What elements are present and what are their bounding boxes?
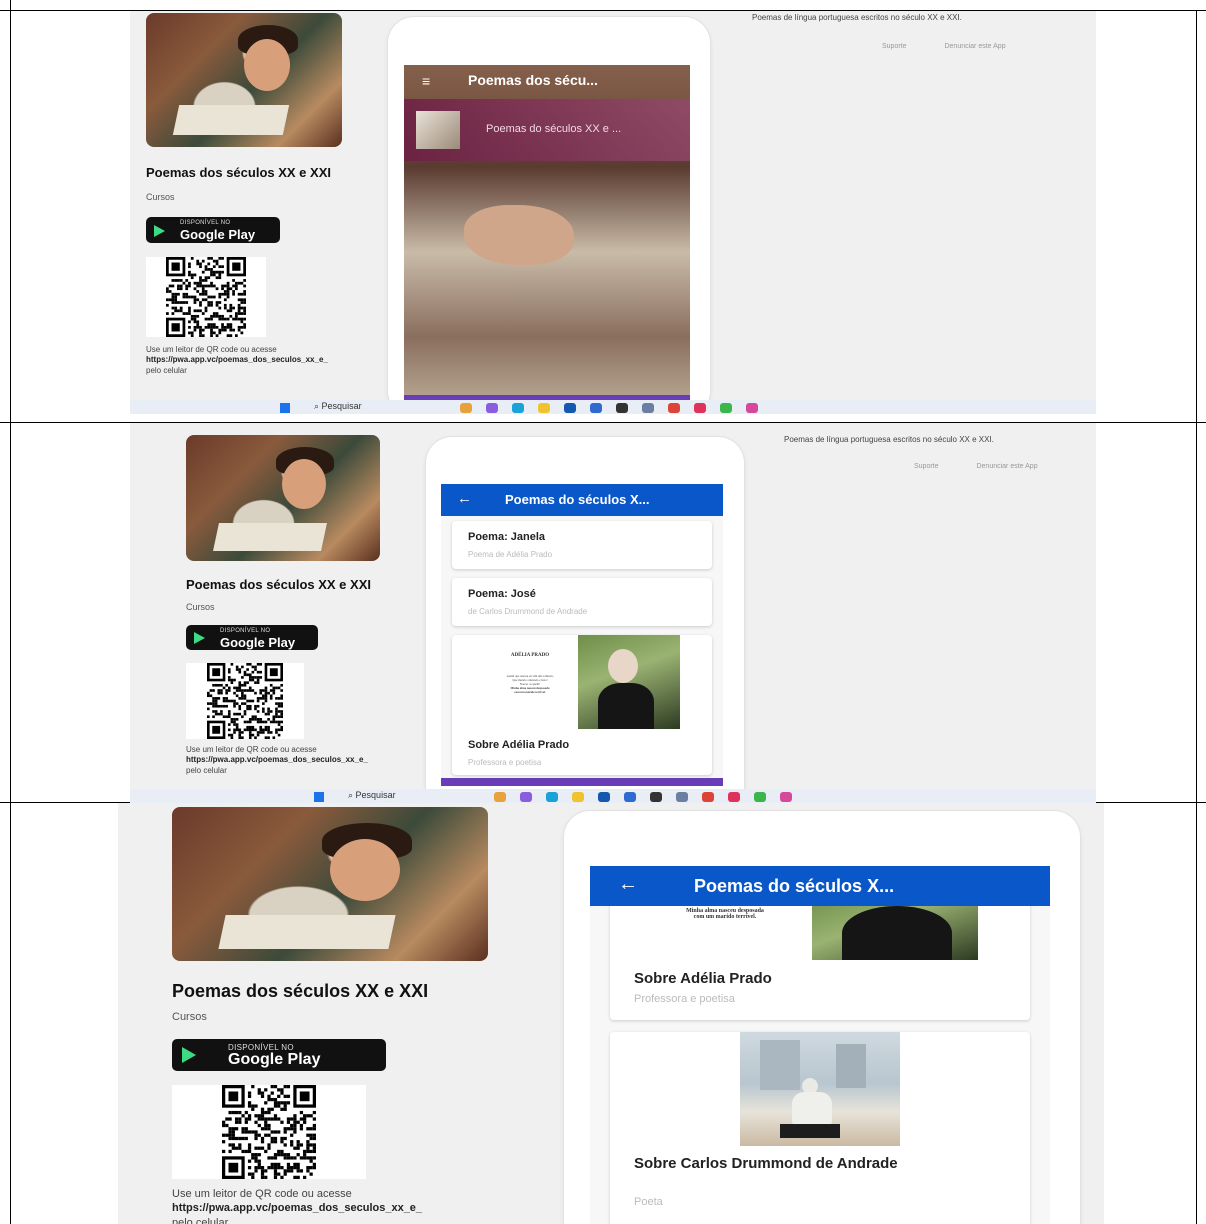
taskbar-app-icon[interactable]: [494, 792, 506, 802]
taskbar-app-icon[interactable]: [754, 792, 766, 802]
footer-links: Suporte Denunciar este App: [882, 43, 1042, 50]
support-link[interactable]: Suporte: [882, 43, 907, 50]
taskbar-app-icon[interactable]: [728, 792, 740, 802]
writing-hand-photo: [464, 205, 574, 265]
app-bar: ≡ Poemas dos sécu...: [404, 65, 690, 99]
taskbar-app-icon[interactable]: [624, 792, 636, 802]
adelia-prado-photo: [812, 906, 978, 960]
app-description: Poemas de língua portuguesa escritos no …: [784, 435, 994, 444]
banner-thumbnail: [416, 111, 460, 149]
taskbar-app-icon[interactable]: [564, 403, 576, 413]
search-icon: ⌕: [314, 401, 322, 411]
adelia-prado-photo: [578, 635, 680, 729]
taskbar-app-icon[interactable]: [642, 403, 654, 413]
taskbar-app-icon[interactable]: [676, 792, 688, 802]
poem-image: ADÉLIA PRADO Assim que nasceu eu vim um …: [506, 653, 554, 694]
taskbar-2: ⌕ Pesquisar: [130, 789, 1096, 803]
taskbar-app-icon[interactable]: [616, 403, 628, 413]
app-title: Poemas dos séculos XX e XXI: [186, 577, 371, 592]
app-bar-title: Poemas do séculos X...: [505, 492, 650, 507]
play-triangle-icon: [194, 632, 205, 644]
list-area: Poema: Janela Poema de Adélia Prado Poem…: [441, 516, 723, 786]
back-arrow-icon[interactable]: ←: [457, 490, 472, 507]
windows-start-icon[interactable]: [280, 403, 290, 413]
phone-mockup-1: ≡ Poemas dos sécu... Poemas do séculos X…: [388, 17, 710, 403]
report-link[interactable]: Denunciar este App: [944, 43, 1005, 50]
qr-instructions: Use um leitor de QR code ou acesse https…: [172, 1188, 423, 1224]
taskbar-app-icon[interactable]: [538, 403, 550, 413]
screenshot-panel-2: Poemas dos séculos XX e XXI Cursos DISPO…: [130, 423, 1096, 789]
taskbar-app-icon[interactable]: [512, 403, 524, 413]
banner-text: Poemas do séculos XX e ...: [486, 123, 622, 135]
taskbar-app-icon[interactable]: [702, 792, 714, 802]
qr-url[interactable]: https://pwa.app.vc/poemas_dos_seculos_xx…: [146, 355, 328, 364]
google-play-badge[interactable]: DISPONÍVEL NO Google Play: [186, 625, 318, 650]
taskbar-search[interactable]: ⌕ Pesquisar: [308, 401, 362, 413]
qr-code: [146, 257, 266, 337]
taskbar-app-icon[interactable]: [572, 792, 584, 802]
qr-url[interactable]: https://pwa.app.vc/poemas_dos_seculos_xx…: [186, 755, 368, 764]
app-bar-title: Poemas dos sécu...: [468, 72, 598, 88]
qr-code: [186, 663, 304, 739]
taskbar-app-icon[interactable]: [650, 792, 662, 802]
taskbar-app-icon[interactable]: [720, 403, 732, 413]
play-triangle-icon: [182, 1047, 196, 1063]
qr-instructions: Use um leitor de QR code ou acesse https…: [186, 745, 368, 775]
list-item-sobre-drummond[interactable]: Sobre Carlos Drummond de Andrade Poeta: [610, 1032, 1030, 1224]
screenshot-panel-3: Poemas dos séculos XX e XXI Cursos DISPO…: [118, 803, 1104, 1224]
app-bar: ← Poemas do séculos X...: [441, 484, 723, 516]
taskbar-app-icon[interactable]: [486, 403, 498, 413]
list-area: Minha alma nasceu desposada com um marid…: [590, 906, 1050, 1224]
app-category: Cursos: [172, 1011, 207, 1023]
screenshot-panel-1: Poemas dos séculos XX e XXI Cursos DISPO…: [130, 11, 1096, 403]
taskbar-app-icon[interactable]: [460, 403, 472, 413]
google-play-badge[interactable]: DISPONÍVEL NO Google Play: [146, 217, 280, 243]
app-cover-image: [146, 13, 342, 147]
banner: Poemas do séculos XX e ...: [404, 99, 690, 161]
footer-links: Suporte Denunciar este App: [914, 463, 1074, 470]
app-category: Cursos: [186, 602, 215, 612]
qr-url[interactable]: https://pwa.app.vc/poemas_dos_seculos_xx…: [172, 1202, 422, 1214]
taskbar-app-icon[interactable]: [668, 403, 680, 413]
drummond-photo: [740, 1032, 900, 1146]
taskbar-app-icon[interactable]: [694, 403, 706, 413]
phone-mockup-3: ← Poemas do séculos X... Minha alma nasc…: [564, 811, 1080, 1224]
menu-icon[interactable]: ≡: [422, 73, 430, 89]
app-title: Poemas dos séculos XX e XXI: [146, 165, 331, 180]
screen1-hero: ≡ Poemas dos sécu... Poemas do séculos X…: [404, 65, 690, 403]
google-play-badge[interactable]: DISPONÍVEL NO Google Play: [172, 1039, 386, 1071]
taskbar-1: ⌕ Pesquisar: [130, 400, 1096, 414]
app-description: Poemas de língua portuguesa escritos no …: [752, 13, 962, 22]
qr-code: [172, 1085, 366, 1179]
list-item-poema-janela[interactable]: Poema: Janela Poema de Adélia Prado: [452, 521, 712, 569]
phone-mockup-2: ← Poemas do séculos X... Poema: Janela P…: [426, 437, 744, 789]
taskbar-app-icon[interactable]: [780, 792, 792, 802]
list-item-sobre-adelia[interactable]: ADÉLIA PRADO Assim que nasceu eu vim um …: [452, 635, 712, 775]
taskbar-app-icon[interactable]: [746, 403, 758, 413]
taskbar-app-icon[interactable]: [598, 792, 610, 802]
app-cover-image: [186, 435, 380, 561]
search-icon: ⌕: [348, 790, 356, 800]
taskbar-app-icon[interactable]: [546, 792, 558, 802]
windows-start-icon[interactable]: [314, 792, 324, 802]
app-category: Cursos: [146, 192, 175, 202]
play-triangle-icon: [154, 225, 165, 237]
taskbar-search[interactable]: ⌕ Pesquisar: [342, 790, 396, 802]
qr-instructions: Use um leitor de QR code ou acesse https…: [146, 345, 328, 375]
support-link[interactable]: Suporte: [914, 463, 939, 470]
back-arrow-icon[interactable]: ←: [618, 873, 638, 896]
report-link[interactable]: Denunciar este App: [976, 463, 1037, 470]
taskbar-app-icon[interactable]: [520, 792, 532, 802]
list-item-poema-jose[interactable]: Poema: José de Carlos Drummond de Andrad…: [452, 578, 712, 626]
taskbar-app-icon[interactable]: [590, 403, 602, 413]
app-bar-title: Poemas do séculos X...: [694, 876, 895, 896]
list-item-sobre-adelia[interactable]: Minha alma nasceu desposada com um marid…: [610, 906, 1030, 1020]
app-cover-image: [172, 807, 488, 961]
app-bar: ← Poemas do séculos X...: [590, 866, 1050, 906]
poem-image: Minha alma nasceu desposada com um marid…: [686, 908, 764, 920]
app-title: Poemas dos séculos XX e XXI: [172, 981, 429, 1001]
